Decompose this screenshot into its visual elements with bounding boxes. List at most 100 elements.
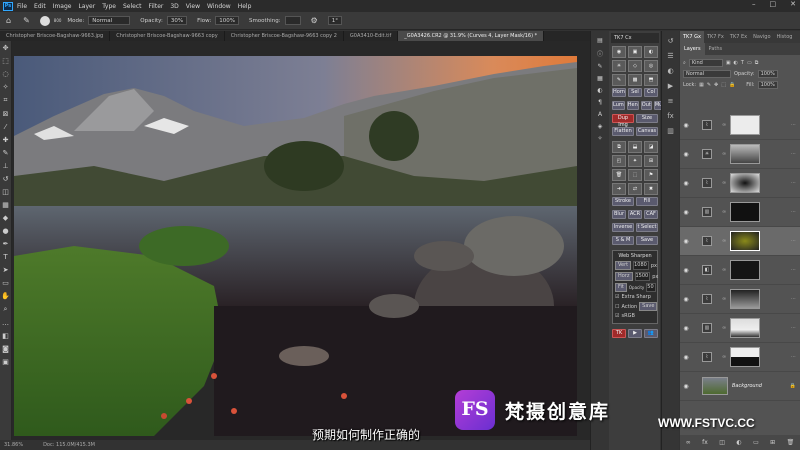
layer-row[interactable]: ◉ ◧ ∞ ⋯ [680, 256, 800, 285]
layer-mask-thumb[interactable] [730, 173, 761, 193]
select-button[interactable]: t Select [636, 223, 658, 232]
tk7-col-button[interactable]: Col [644, 88, 658, 97]
lasso-tool-icon[interactable]: ◌ [2, 70, 8, 78]
menu-file[interactable]: File [17, 3, 27, 10]
blur-button[interactable]: Blur [612, 210, 626, 219]
paragraph-icon[interactable]: ¶ [598, 99, 602, 106]
new-layer-icon[interactable]: ⊞ [770, 439, 775, 446]
gradient-icon[interactable]: ▦ [2, 201, 9, 209]
horz-button[interactable]: Horz [615, 272, 633, 281]
layer-mask-thumb[interactable] [730, 318, 761, 338]
layer-row[interactable]: ◉ ▥ ∞ ⋯ [680, 314, 800, 343]
lock-pixels-icon[interactable]: ▦ [699, 82, 704, 88]
tk7-grid-button[interactable]: ➜ [612, 183, 626, 195]
menu-view[interactable]: View [186, 3, 200, 10]
layer-mask-thumb[interactable] [730, 115, 761, 135]
tk7-grid-button[interactable]: ◉ [612, 46, 626, 58]
menu-help[interactable]: Help [238, 3, 252, 10]
history-icon[interactable]: ↺ [668, 37, 674, 45]
adjust-icon[interactable]: ◐ [597, 87, 602, 94]
doc-tab[interactable]: Christopher Briscoe-Bagshaw-9663 copy 2 [225, 31, 344, 41]
hand-tool-icon[interactable]: ✋ [1, 292, 10, 300]
tk7-grid-button[interactable]: ✦ [628, 155, 642, 167]
layer-mask-thumb[interactable] [730, 260, 761, 280]
minimize-icon[interactable]: – [752, 0, 756, 8]
flow-field[interactable]: 100% [215, 16, 239, 25]
pen-tool-icon[interactable]: ✒ [3, 240, 9, 248]
people-icon[interactable]: 👥 [644, 329, 658, 338]
brush-settings-icon[interactable]: ✎ [597, 63, 602, 70]
opacity-field[interactable]: 30% [166, 16, 188, 25]
acr-button[interactable]: ACR [628, 210, 642, 219]
save-button[interactable]: Save [636, 236, 658, 245]
fit-field[interactable]: 50 [646, 283, 656, 292]
caf-button[interactable]: CAF [644, 210, 658, 219]
layer-row[interactable]: ◉ ⌇ ∞ ⋯ [680, 285, 800, 314]
eye-icon[interactable]: ◉ [680, 209, 692, 216]
doc-tab[interactable]: Christopher Briscoe-Bagshaw-9663 copy [110, 31, 225, 41]
tk7-grid-button[interactable]: ◰ [612, 155, 626, 167]
tk7-grid-button[interactable]: ◪ [644, 141, 658, 153]
info-icon[interactable]: ⓘ [597, 49, 603, 58]
clone-stamp-icon[interactable]: ⊥ [2, 162, 8, 170]
tk7-grid-button[interactable]: ⬚ [628, 169, 642, 181]
properties-icon[interactable]: ☰ [667, 52, 673, 60]
menu-layer[interactable]: Layer [78, 3, 95, 10]
channels-icon[interactable]: ≡ [668, 97, 674, 105]
background-thumb[interactable] [702, 377, 728, 395]
tab-paths[interactable]: Paths [705, 43, 727, 55]
layer-row[interactable]: ◉ ▥ ∞ ⋯ [680, 198, 800, 227]
eye-icon[interactable]: ◉ [680, 354, 692, 361]
horz-field[interactable]: 1500 [634, 272, 651, 281]
healing-brush-icon[interactable]: ✚ [3, 136, 9, 144]
path-icon[interactable]: ✧ [597, 135, 602, 142]
tab-histogram[interactable]: Histog [774, 31, 796, 43]
eye-icon[interactable]: ◉ [680, 238, 692, 245]
marquee-tool-icon[interactable]: ⬚ [2, 57, 9, 65]
screen-mode-icon[interactable]: ▣ [2, 358, 9, 366]
more-tools-icon[interactable]: … [2, 319, 9, 327]
menu-3d[interactable]: 3D [170, 3, 178, 10]
maximize-icon[interactable]: □ [770, 0, 777, 8]
tk7-hen-button[interactable]: Hen [626, 101, 639, 110]
type-tool-icon[interactable]: T [3, 253, 7, 261]
dodge-tool-icon[interactable]: ● [2, 227, 8, 235]
shape-tool-icon[interactable]: ▭ [2, 279, 9, 287]
history-brush-icon[interactable]: ↺ [3, 175, 9, 183]
fit-button[interactable]: Fit [615, 283, 627, 292]
menu-filter[interactable]: Filter [149, 3, 164, 10]
path-select-icon[interactable]: ➤ [3, 266, 9, 274]
canvas-area[interactable] [12, 41, 590, 440]
filter-smart-icon[interactable]: ⧉ [755, 60, 759, 66]
tk7-horn-button[interactable]: Horn [612, 88, 626, 97]
kind-select[interactable]: Kind [688, 58, 723, 67]
menu-window[interactable]: Window [207, 3, 231, 10]
eye-icon[interactable]: ◉ [680, 325, 692, 332]
angle-field[interactable]: 1° [327, 16, 342, 25]
mode-select[interactable]: Normal [88, 16, 131, 25]
sm-button[interactable]: S & M [612, 236, 634, 245]
tk7-lum-button[interactable]: Lum [612, 101, 625, 110]
eye-icon[interactable]: ◉ [680, 383, 692, 390]
tk7-grid-button[interactable]: ▩ [628, 74, 642, 86]
brush-preview-icon[interactable] [39, 15, 50, 26]
layer-row[interactable]: ◉ ☀ ∞ ⋯ [680, 140, 800, 169]
tk-footer-button[interactable]: TK [612, 329, 626, 338]
layer-mask-thumb[interactable] [730, 231, 761, 251]
eye-icon[interactable]: ◉ [680, 180, 692, 187]
blur-tool-icon[interactable]: ◆ [3, 214, 8, 222]
fx-icon[interactable]: fx [702, 439, 708, 446]
menu-type[interactable]: Type [102, 3, 116, 10]
home-icon[interactable]: ⌂ [6, 16, 11, 25]
menu-image[interactable]: Image [53, 3, 72, 10]
tk7-grid-button[interactable]: ◇ [628, 60, 642, 72]
brush-tool-icon[interactable]: ✎ [23, 16, 30, 25]
trash-icon[interactable]: 🗑 [787, 439, 795, 446]
link-layers-icon[interactable]: ∞ [686, 439, 691, 446]
filter-pixel-icon[interactable]: ▣ [726, 60, 731, 66]
actions-icon[interactable]: ▶ [668, 82, 673, 90]
tk7-grid-button[interactable]: ⚑ [644, 169, 658, 181]
vert-field[interactable]: 1080 [633, 261, 649, 270]
adjustments-icon[interactable]: ◐ [667, 67, 673, 75]
tab-tk7-ex[interactable]: TK7 Ex [727, 31, 750, 43]
